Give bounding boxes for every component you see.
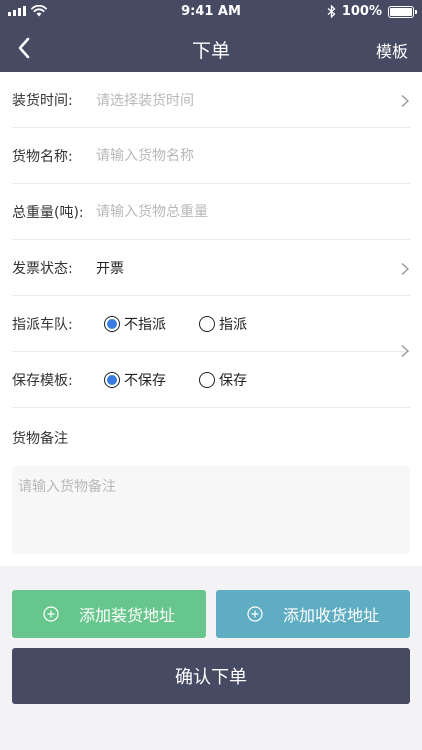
- assign-fleet-row: 指派车队: 不指派 指派: [12, 296, 410, 358]
- total-weight-input[interactable]: [96, 203, 376, 220]
- assign-fleet-label: 指派车队:: [12, 316, 73, 333]
- status-bar: 9:41 AM 100%: [0, 0, 422, 24]
- radio-checked-icon: [104, 315, 120, 332]
- chevron-right-icon: [401, 262, 410, 276]
- battery-icon: [388, 5, 417, 18]
- invoice-label: 发票状态:: [12, 260, 73, 277]
- remark-label: 货物备注: [12, 431, 68, 447]
- goods-name-row: 货物名称:: [12, 128, 410, 184]
- chevron-right-icon: [401, 94, 410, 108]
- plus-circle-icon: [247, 606, 263, 622]
- load-time-label: 装货时间:: [12, 92, 73, 109]
- radio-label: 指派: [219, 316, 247, 333]
- order-form: 装货时间: 请选择装货时间 货物名称: 总重量(吨): 发票状态: 开票 指派车…: [0, 72, 422, 566]
- radio-unchecked-icon: [199, 315, 215, 332]
- goods-name-input[interactable]: [96, 147, 376, 164]
- add-unload-address-button[interactable]: 添加收货地址: [216, 590, 410, 638]
- bluetooth-icon: [327, 5, 336, 18]
- radio-no-assign[interactable]: 不指派: [104, 314, 166, 334]
- header: 9:41 AM 100% 下单 模板: [0, 0, 422, 72]
- add-load-address-button[interactable]: 添加装货地址: [12, 590, 206, 638]
- template-button[interactable]: 模板: [376, 38, 408, 62]
- radio-no-save[interactable]: 不保存: [104, 370, 166, 390]
- invoice-value: 开票: [96, 260, 124, 277]
- confirm-order-button[interactable]: 确认下单: [12, 648, 410, 704]
- save-template-radio-group: 不保存 保存: [104, 370, 280, 390]
- status-right: 100%: [327, 4, 417, 19]
- remark-textarea[interactable]: [12, 466, 410, 554]
- radio-label: 不保存: [124, 372, 166, 389]
- load-time-placeholder: 请选择装货时间: [96, 92, 194, 109]
- plus-circle-icon: [43, 606, 59, 622]
- save-template-label: 保存模板:: [12, 372, 73, 389]
- add-unload-address-label: 添加收货地址: [282, 606, 379, 625]
- radio-save[interactable]: 保存: [199, 370, 247, 390]
- save-template-row: 保存模板: 不保存 保存: [12, 352, 410, 408]
- total-weight-label: 总重量(吨):: [12, 204, 84, 221]
- total-weight-row: 总重量(吨):: [12, 184, 410, 240]
- assign-fleet-radio-group: 不指派 指派: [104, 314, 280, 334]
- radio-checked-icon: [104, 371, 120, 388]
- add-load-address-label: 添加装货地址: [78, 606, 175, 625]
- radio-unchecked-icon: [199, 371, 215, 388]
- invoice-row[interactable]: 发票状态: 开票: [12, 240, 410, 296]
- radio-label: 保存: [219, 372, 247, 389]
- nav-bar: 下单 模板: [0, 24, 422, 72]
- confirm-order-label: 确认下单: [175, 667, 247, 688]
- goods-name-label: 货物名称:: [12, 148, 73, 165]
- page-title: 下单: [191, 40, 230, 62]
- load-time-row[interactable]: 装货时间: 请选择装货时间: [12, 72, 410, 128]
- radio-assign[interactable]: 指派: [199, 314, 247, 334]
- battery-percent: 100%: [341, 4, 382, 19]
- radio-label: 不指派: [124, 316, 166, 333]
